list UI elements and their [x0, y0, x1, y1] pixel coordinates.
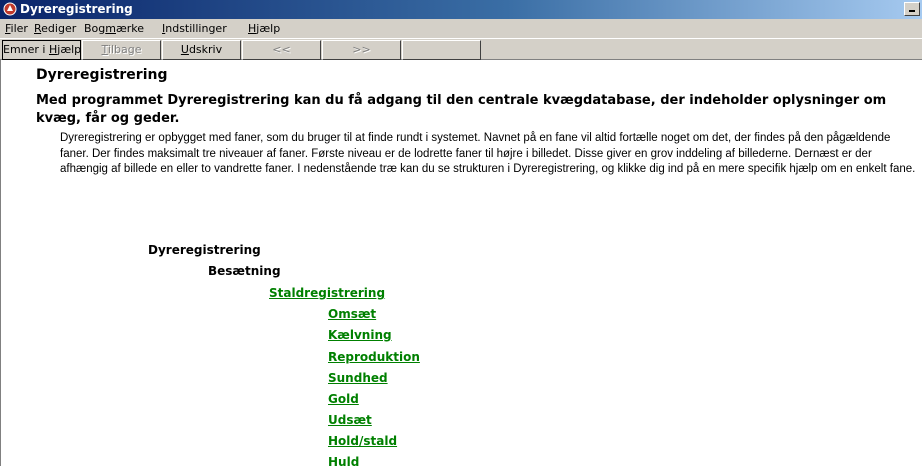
- toolbar: Emner i Hjælp Tilbage Udskriv << >>: [0, 38, 922, 60]
- prev-button[interactable]: <<: [242, 40, 321, 60]
- tree-link-gold[interactable]: Gold: [328, 392, 359, 406]
- page-title: Dyreregistrering: [36, 67, 168, 83]
- tree-link-kaelvning[interactable]: Kælvning: [328, 328, 392, 342]
- tree-link-sundhed[interactable]: Sundhed: [328, 371, 388, 385]
- topics-button[interactable]: Emner i Hjælp: [2, 40, 81, 60]
- toolbar-empty-slot: [402, 40, 481, 60]
- next-button[interactable]: >>: [322, 40, 401, 60]
- minimize-icon: [909, 10, 915, 12]
- back-button[interactable]: Tilbage: [82, 40, 161, 60]
- intro-text: Med programmet Dyreregistrering kan du f…: [36, 93, 887, 126]
- tree-link-omsaet[interactable]: Omsæt: [328, 307, 376, 321]
- menu-indstillinger[interactable]: Indstillinger: [162, 22, 227, 36]
- tree-link-huld[interactable]: Huld: [328, 455, 359, 466]
- menu-bar: Filer Rediger Bogmærke Indstillinger Hjæ…: [0, 19, 922, 38]
- tree-link-reproduktion[interactable]: Reproduktion: [328, 350, 420, 364]
- menu-rediger[interactable]: Rediger: [34, 22, 76, 36]
- app-icon: [3, 2, 17, 16]
- tree-link-hold-stald[interactable]: Hold/stald: [328, 434, 397, 448]
- menu-filer[interactable]: Filer: [5, 22, 28, 36]
- print-button[interactable]: Udskriv: [162, 40, 241, 60]
- left-frame: [0, 60, 17, 466]
- tree-link-staldregistrering[interactable]: Staldregistrering: [269, 286, 385, 300]
- help-content: Dyreregistrering Med programmet Dyreregi…: [17, 60, 922, 466]
- tree-besaetning: Besætning: [208, 264, 281, 278]
- window-title: Dyreregistrering: [20, 2, 133, 16]
- menu-hjaelp[interactable]: Hjælp: [248, 22, 280, 36]
- tree-root: Dyreregistrering: [148, 243, 261, 257]
- menu-bogmaerke[interactable]: Bogmærke: [84, 22, 144, 36]
- tree-link-udsaet[interactable]: Udsæt: [328, 413, 372, 427]
- title-bar: Dyreregistrering: [0, 0, 922, 19]
- body-text: Dyreregistrering er opbygget med faner, …: [60, 132, 916, 175]
- minimize-button[interactable]: [904, 2, 920, 16]
